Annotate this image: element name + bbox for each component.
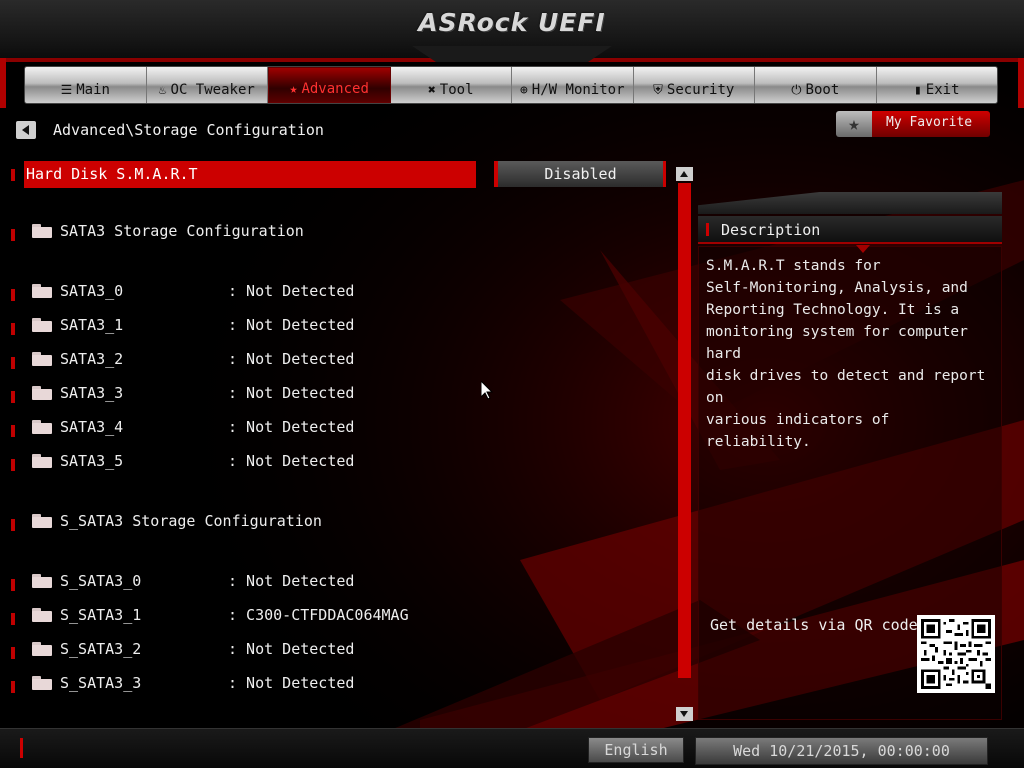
footer-marker bbox=[20, 738, 23, 758]
list-item[interactable]: S_SATA3_3 bbox=[60, 674, 141, 692]
description-header: Description bbox=[698, 216, 1002, 244]
list-item-value: : Not Detected bbox=[228, 452, 355, 470]
smart-label: Hard Disk S.M.A.R.T bbox=[26, 165, 198, 183]
folder-icon bbox=[32, 386, 52, 400]
description-line: S.M.A.R.T stands for bbox=[706, 258, 881, 274]
description-text: S.M.A.R.T stands for Self-Monitoring, An… bbox=[706, 255, 996, 453]
header-marker bbox=[706, 223, 709, 236]
row-marker bbox=[11, 229, 15, 241]
folder-icon bbox=[32, 224, 52, 238]
list-item-value: : C300-CTFDDAC064MAG bbox=[228, 606, 409, 624]
list-item[interactable]: SATA3_1 bbox=[60, 316, 123, 334]
folder-icon bbox=[32, 284, 52, 298]
favorite-label: My Favorite bbox=[872, 111, 990, 137]
list-item[interactable]: S_SATA3_1 bbox=[60, 606, 141, 624]
folder-icon bbox=[32, 514, 52, 528]
row-marker bbox=[11, 323, 15, 335]
row-marker bbox=[11, 425, 15, 437]
s-sata3-config-header[interactable]: S_SATA3 Storage Configuration bbox=[60, 512, 322, 530]
qr-label: Get details via QR code bbox=[710, 616, 918, 634]
row-marker bbox=[11, 289, 15, 301]
list-item[interactable]: SATA3_3 bbox=[60, 384, 123, 402]
row-marker bbox=[11, 357, 15, 369]
exit-icon: ▮ bbox=[913, 83, 922, 98]
power-icon: ⏻ bbox=[791, 83, 802, 98]
row-marker bbox=[11, 391, 15, 403]
row-marker bbox=[11, 169, 15, 181]
qr-code-icon bbox=[921, 619, 991, 689]
sata3-config-header[interactable]: SATA3 Storage Configuration bbox=[60, 222, 304, 240]
list-item-value: : Not Detected bbox=[228, 350, 355, 368]
list-item[interactable]: S_SATA3_0 bbox=[60, 572, 141, 590]
settings-list: Hard Disk S.M.A.R.T Disabled SATA3 Stora… bbox=[0, 0, 680, 768]
tab-label: Exit bbox=[925, 82, 960, 98]
row-marker bbox=[11, 519, 15, 531]
list-item[interactable]: SATA3_5 bbox=[60, 452, 123, 470]
list-item[interactable]: SATA3_2 bbox=[60, 350, 123, 368]
row-marker bbox=[11, 647, 15, 659]
folder-icon bbox=[32, 454, 52, 468]
folder-icon bbox=[32, 642, 52, 656]
description-line: Self-Monitoring, Analysis, and bbox=[706, 280, 968, 296]
description-pointer bbox=[856, 245, 870, 253]
row-marker bbox=[11, 613, 15, 625]
row-marker bbox=[11, 681, 15, 693]
description-line: monitoring system for computer hard bbox=[706, 324, 968, 362]
description-line: disk drives to detect and report on bbox=[706, 368, 986, 406]
list-item-value: : Not Detected bbox=[228, 418, 355, 436]
right-accent bbox=[1018, 58, 1024, 108]
tab-boot[interactable]: ⏻ Boot bbox=[755, 67, 877, 103]
my-favorite-button[interactable]: ★ My Favorite bbox=[836, 111, 990, 137]
list-item-value: : Not Detected bbox=[228, 384, 355, 402]
folder-icon bbox=[32, 352, 52, 366]
description-line: various indicators of reliability. bbox=[706, 412, 890, 450]
datetime-display: Wed 10/21/2015, 00:00:00 bbox=[695, 737, 988, 765]
star-icon: ★ bbox=[836, 111, 872, 137]
scroll-down-button[interactable] bbox=[676, 707, 693, 721]
smart-value-dropdown[interactable]: Disabled bbox=[494, 161, 666, 187]
row-marker bbox=[11, 579, 15, 591]
list-item[interactable]: SATA3_0 bbox=[60, 282, 123, 300]
tab-label: Boot bbox=[805, 82, 840, 98]
folder-icon bbox=[32, 608, 52, 622]
list-item-value: : Not Detected bbox=[228, 640, 355, 658]
folder-icon bbox=[32, 318, 52, 332]
scroll-up-button[interactable] bbox=[676, 167, 693, 181]
folder-icon bbox=[32, 676, 52, 690]
list-item-value: : Not Detected bbox=[228, 316, 355, 334]
description-title: Description bbox=[721, 221, 821, 239]
list-item[interactable]: S_SATA3_2 bbox=[60, 640, 141, 658]
language-button[interactable]: English bbox=[588, 737, 684, 763]
row-marker bbox=[11, 459, 15, 471]
folder-icon bbox=[32, 420, 52, 434]
list-item-value: : Not Detected bbox=[228, 674, 355, 692]
folder-icon bbox=[32, 574, 52, 588]
description-line: Reporting Technology. It is a bbox=[706, 302, 960, 318]
list-item[interactable]: SATA3_4 bbox=[60, 418, 123, 436]
list-item-value: : Not Detected bbox=[228, 282, 355, 300]
list-item-value: : Not Detected bbox=[228, 572, 355, 590]
qr-code bbox=[917, 615, 995, 693]
tab-exit[interactable]: ▮ Exit bbox=[877, 67, 998, 103]
scrollbar-thumb[interactable] bbox=[678, 183, 691, 678]
mouse-cursor-icon bbox=[481, 381, 493, 400]
